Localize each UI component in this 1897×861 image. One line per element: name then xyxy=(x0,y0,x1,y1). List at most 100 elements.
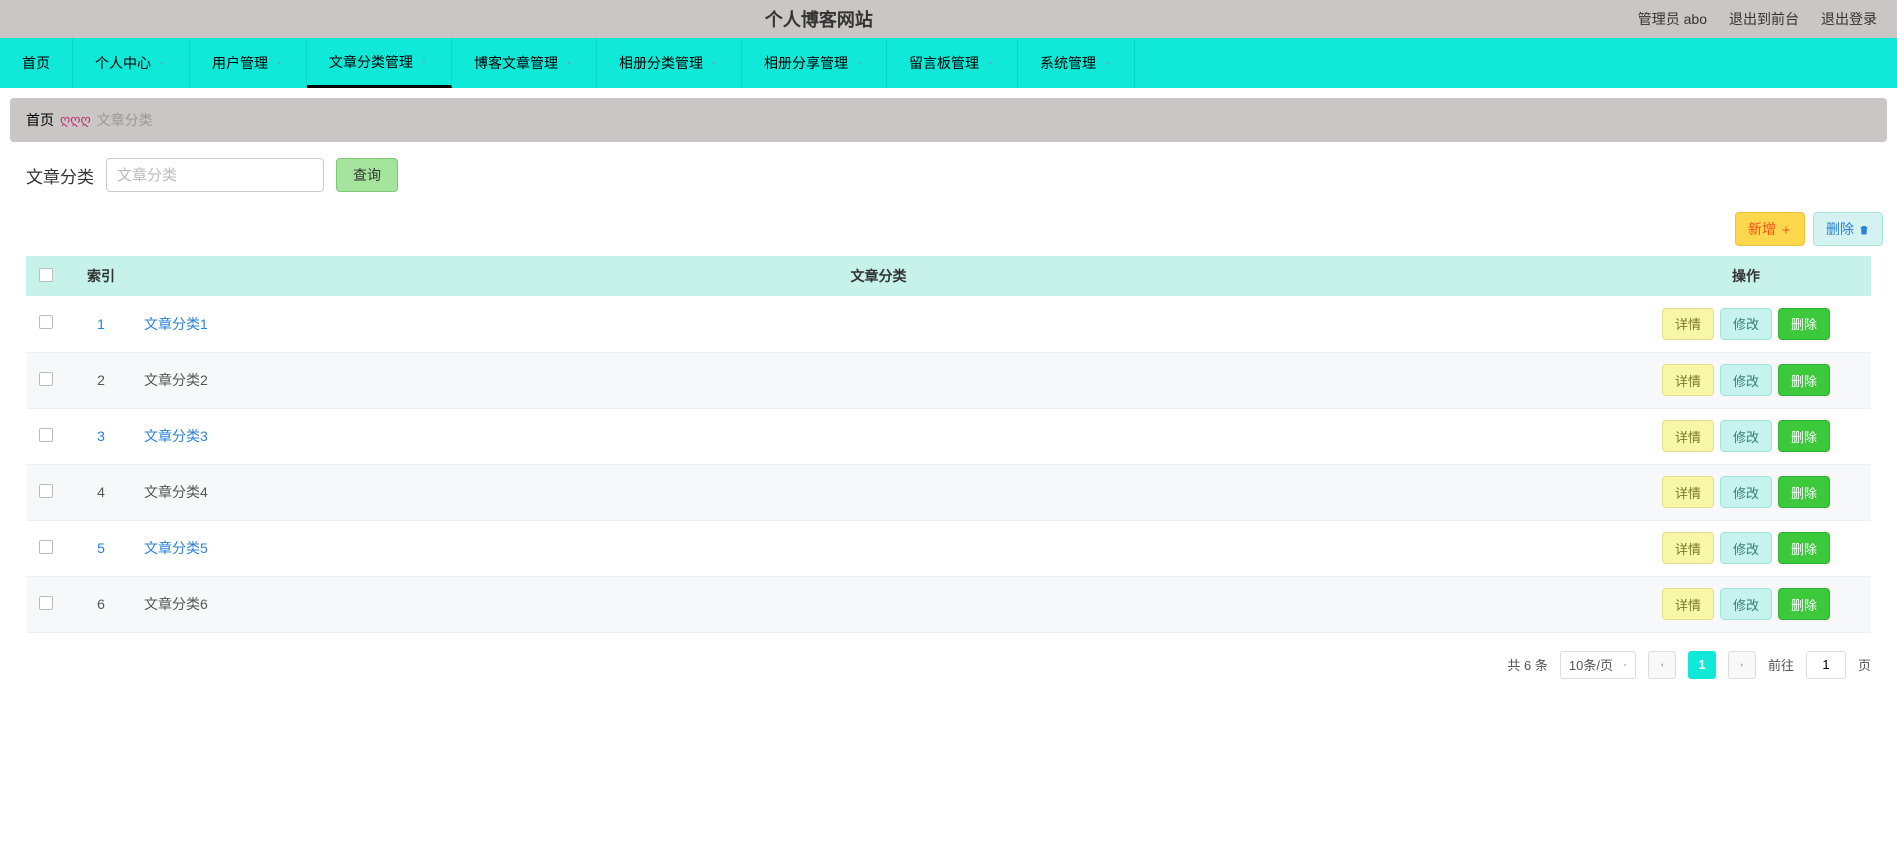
chevron-down-icon xyxy=(157,55,167,71)
trash-icon xyxy=(1858,221,1870,237)
edit-button[interactable]: 修改 xyxy=(1720,308,1772,340)
nav-item-label: 相册分类管理 xyxy=(619,53,703,73)
nav-item-label: 文章分类管理 xyxy=(329,52,413,72)
row-category-name[interactable]: 文章分类1 xyxy=(136,296,1621,352)
row-checkbox[interactable] xyxy=(39,372,53,386)
add-button-label: 新增 xyxy=(1748,219,1776,239)
nav-item-label: 系统管理 xyxy=(1040,53,1096,73)
row-category-name[interactable]: 文章分类5 xyxy=(136,520,1621,576)
edit-button[interactable]: 修改 xyxy=(1720,476,1772,508)
table-wrap: 索引 文章分类 操作 1文章分类1详情修改删除2文章分类2详情修改删除3文章分类… xyxy=(0,256,1897,633)
row-category-name: 文章分类4 xyxy=(136,464,1621,520)
nav-item-4[interactable]: 博客文章管理 xyxy=(452,38,597,88)
row-index[interactable]: 3 xyxy=(66,408,136,464)
delete-button[interactable]: 删除 xyxy=(1778,588,1830,620)
row-ops: 详情修改删除 xyxy=(1621,296,1871,352)
row-checkbox-cell xyxy=(26,352,66,408)
row-ops: 详情修改删除 xyxy=(1621,520,1871,576)
detail-button[interactable]: 详情 xyxy=(1662,308,1714,340)
row-checkbox-cell xyxy=(26,576,66,632)
header-checkbox-cell xyxy=(26,256,66,296)
row-checkbox-cell xyxy=(26,408,66,464)
table-header-row: 索引 文章分类 操作 xyxy=(26,256,1871,296)
chevron-down-icon xyxy=(854,55,864,71)
breadcrumb-separator: ღღღ xyxy=(60,112,91,128)
header-index: 索引 xyxy=(66,256,136,296)
category-filter-input[interactable] xyxy=(106,158,324,192)
delete-button[interactable]: 删除 xyxy=(1778,420,1830,452)
row-checkbox-cell xyxy=(26,464,66,520)
filter-bar: 文章分类 查询 xyxy=(0,152,1897,202)
nav-item-0[interactable]: 首页 xyxy=(0,38,73,88)
row-index[interactable]: 5 xyxy=(66,520,136,576)
row-category-name[interactable]: 文章分类3 xyxy=(136,408,1621,464)
prev-page-button[interactable] xyxy=(1648,651,1676,679)
row-ops: 详情修改删除 xyxy=(1621,352,1871,408)
breadcrumb-home[interactable]: 首页 xyxy=(26,110,54,130)
edit-button[interactable]: 修改 xyxy=(1720,364,1772,396)
chevron-down-icon xyxy=(419,54,429,70)
edit-button[interactable]: 修改 xyxy=(1720,588,1772,620)
detail-button[interactable]: 详情 xyxy=(1662,588,1714,620)
nav-item-3[interactable]: 文章分类管理 xyxy=(307,38,452,88)
nav-item-2[interactable]: 用户管理 xyxy=(190,38,307,88)
detail-button[interactable]: 详情 xyxy=(1662,532,1714,564)
search-button[interactable]: 查询 xyxy=(336,158,398,192)
breadcrumb-wrap: 首页 ღღღ 文章分类 xyxy=(0,88,1897,152)
bulk-delete-button[interactable]: 删除 xyxy=(1813,212,1883,246)
row-checkbox[interactable] xyxy=(39,540,53,554)
edit-button[interactable]: 修改 xyxy=(1720,532,1772,564)
next-page-button[interactable] xyxy=(1728,651,1756,679)
add-button[interactable]: 新增 xyxy=(1735,212,1805,246)
delete-button[interactable]: 删除 xyxy=(1778,476,1830,508)
row-checkbox[interactable] xyxy=(39,484,53,498)
goto-label-pre: 前往 xyxy=(1768,655,1794,674)
nav-item-5[interactable]: 相册分类管理 xyxy=(597,38,742,88)
detail-button[interactable]: 详情 xyxy=(1662,364,1714,396)
delete-button[interactable]: 删除 xyxy=(1778,308,1830,340)
chevron-down-icon xyxy=(274,55,284,71)
chevron-down-icon xyxy=(1621,657,1629,672)
logout-button[interactable]: 退出登录 xyxy=(1821,9,1877,29)
detail-button[interactable]: 详情 xyxy=(1662,420,1714,452)
table-row: 4文章分类4详情修改删除 xyxy=(26,464,1871,520)
nav-item-label: 留言板管理 xyxy=(909,53,979,73)
site-title: 个人博客网站 xyxy=(0,6,1638,32)
delete-button[interactable]: 删除 xyxy=(1778,532,1830,564)
edit-button[interactable]: 修改 xyxy=(1720,420,1772,452)
nav-item-8[interactable]: 系统管理 xyxy=(1018,38,1135,88)
per-page-select[interactable]: 10条/页 xyxy=(1560,651,1636,679)
row-ops: 详情修改删除 xyxy=(1621,408,1871,464)
nav-item-7[interactable]: 留言板管理 xyxy=(887,38,1018,88)
detail-button[interactable]: 详情 xyxy=(1662,476,1714,508)
row-checkbox[interactable] xyxy=(39,596,53,610)
row-category-name: 文章分类2 xyxy=(136,352,1621,408)
logout-to-front-button[interactable]: 退出到前台 xyxy=(1729,9,1799,29)
table-row: 5文章分类5详情修改删除 xyxy=(26,520,1871,576)
nav-item-label: 个人中心 xyxy=(95,53,151,73)
goto-page-input[interactable] xyxy=(1806,651,1846,679)
table-row: 3文章分类3详情修改删除 xyxy=(26,408,1871,464)
per-page-value: 10条/页 xyxy=(1569,655,1613,674)
delete-button[interactable]: 删除 xyxy=(1778,364,1830,396)
row-checkbox[interactable] xyxy=(39,428,53,442)
nav-item-6[interactable]: 相册分享管理 xyxy=(742,38,887,88)
select-all-checkbox[interactable] xyxy=(39,268,53,282)
bulk-delete-label: 删除 xyxy=(1826,219,1854,239)
row-index: 4 xyxy=(66,464,136,520)
row-checkbox-cell xyxy=(26,296,66,352)
pagination: 共 6 条 10条/页 1 前往 页 xyxy=(0,633,1897,697)
chevron-down-icon xyxy=(985,55,995,71)
breadcrumb-current: 文章分类 xyxy=(97,110,153,130)
row-index[interactable]: 1 xyxy=(66,296,136,352)
user-info[interactable]: 管理员 abo xyxy=(1638,9,1707,29)
goto-label-post: 页 xyxy=(1858,655,1871,674)
row-checkbox[interactable] xyxy=(39,315,53,329)
nav-item-1[interactable]: 个人中心 xyxy=(73,38,190,88)
row-ops: 详情修改删除 xyxy=(1621,464,1871,520)
chevron-down-icon xyxy=(709,55,719,71)
page-1-button[interactable]: 1 xyxy=(1688,651,1716,679)
table-row: 1文章分类1详情修改删除 xyxy=(26,296,1871,352)
chevron-down-icon xyxy=(564,55,574,71)
nav-item-label: 首页 xyxy=(22,53,50,73)
